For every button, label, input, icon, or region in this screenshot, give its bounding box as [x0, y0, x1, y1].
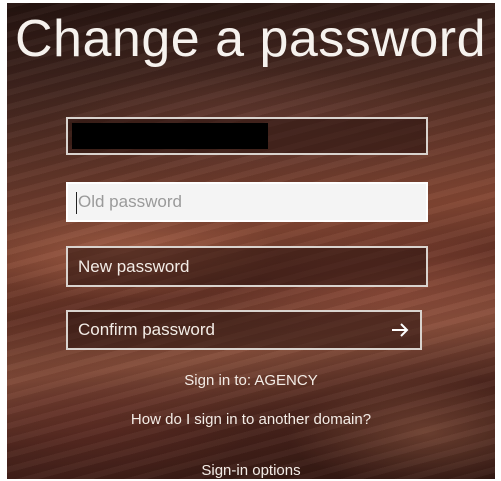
redacted-username [72, 123, 268, 149]
sign-in-to-text: Sign in to: AGENCY [184, 372, 318, 389]
page-title: Change a password [15, 10, 487, 68]
confirm-password-label: Confirm password [78, 320, 215, 339]
confirm-password-field[interactable]: Confirm password [66, 310, 422, 350]
new-password-label: New password [78, 256, 190, 276]
old-password-field[interactable] [66, 182, 428, 222]
arrow-right-icon [390, 322, 410, 338]
username-field[interactable] [66, 117, 428, 155]
new-password-field[interactable]: New password [66, 246, 428, 287]
old-password-input[interactable] [68, 184, 426, 220]
sign-in-options-link[interactable]: Sign-in options [7, 462, 495, 479]
text-caret [76, 192, 77, 214]
other-domain-link[interactable]: How do I sign in to another domain? [7, 411, 495, 428]
submit-button[interactable] [380, 312, 420, 348]
lock-screen: Change a password New password Confirm p… [7, 3, 495, 479]
